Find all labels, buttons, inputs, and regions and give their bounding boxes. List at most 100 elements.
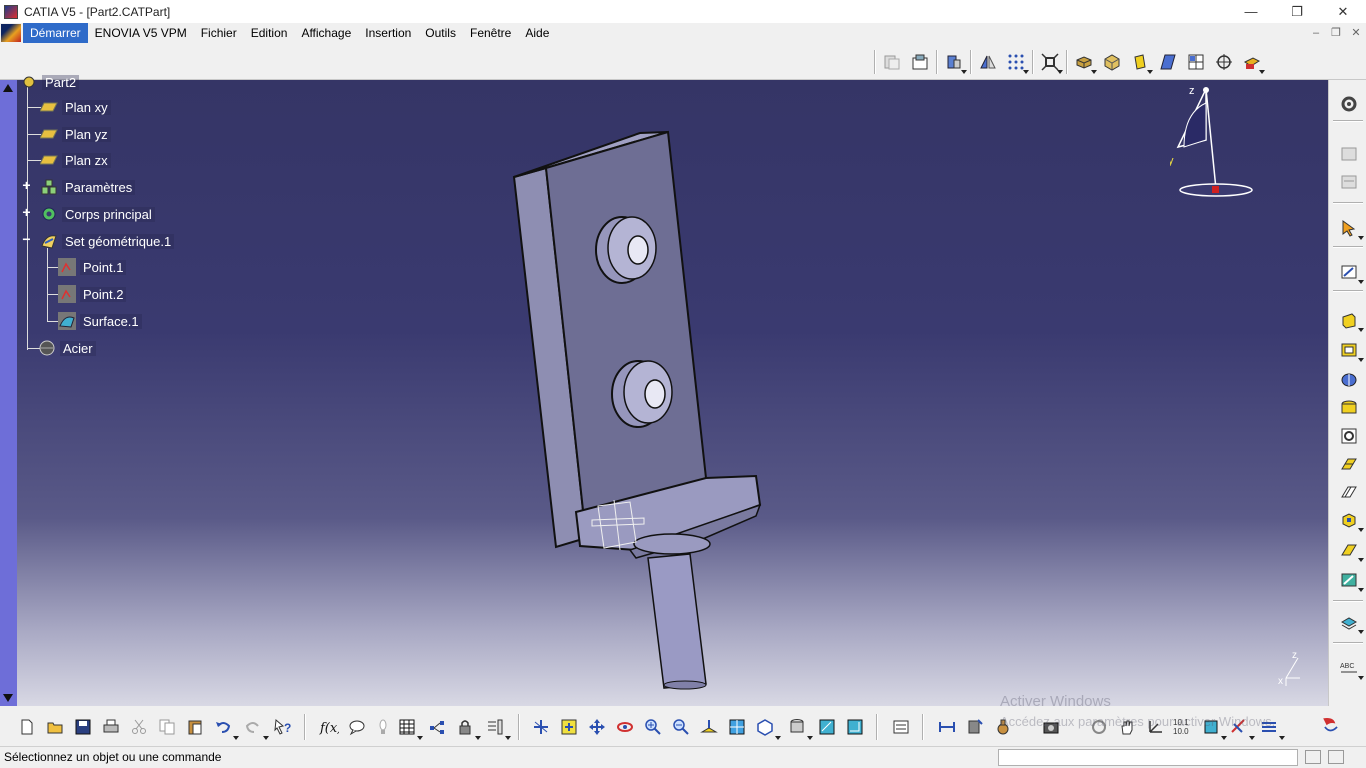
pan-icon[interactable]	[584, 714, 610, 740]
tree-node-plan-zx[interactable]: Plan zx	[40, 150, 111, 170]
print-icon[interactable]	[98, 714, 124, 740]
minimize-window-button[interactable]: —	[1228, 0, 1274, 23]
pad-icon[interactable]	[1070, 49, 1098, 75]
catia-menu-icon[interactable]	[1, 24, 21, 42]
knowledge-icon[interactable]	[1336, 170, 1362, 194]
compass-widget[interactable]: z x y	[1162, 85, 1260, 205]
mdi-restore-button[interactable]: ❐	[1326, 23, 1346, 43]
menu-fichier[interactable]: Fichier	[194, 23, 244, 43]
iso-view-icon[interactable]	[752, 714, 781, 740]
properties-icon[interactable]	[888, 714, 914, 740]
comment-icon[interactable]	[344, 714, 370, 740]
collapse-set-geometrique-icon[interactable]: −	[21, 232, 32, 246]
restore-window-button[interactable]: ❐	[1274, 0, 1320, 23]
settings-gear-icon[interactable]	[1336, 92, 1362, 116]
zoom-out-icon[interactable]	[668, 714, 694, 740]
menu-affichage[interactable]: Affichage	[294, 23, 358, 43]
open-folder-icon[interactable]	[42, 714, 68, 740]
rotate-icon[interactable]	[612, 714, 638, 740]
part-design-icon[interactable]	[1238, 49, 1266, 75]
redo-icon[interactable]	[240, 714, 269, 740]
yellow-solid-icon[interactable]	[1126, 49, 1154, 75]
mdi-close-button[interactable]: ✕	[1346, 23, 1366, 43]
select-arrow-icon[interactable]	[1336, 216, 1364, 240]
fit-all-in-icon[interactable]	[556, 714, 582, 740]
status-toggle-button-2[interactable]	[1328, 750, 1344, 764]
rib-icon[interactable]	[1336, 452, 1362, 476]
pad-feature-icon[interactable]	[1336, 308, 1364, 332]
light-icon[interactable]	[370, 714, 396, 740]
tree-node-plan-xy[interactable]: Plan xy	[40, 97, 111, 117]
draft-icon[interactable]	[1336, 568, 1364, 592]
fit-all-icon[interactable]	[1036, 49, 1064, 75]
normal-view-icon[interactable]	[696, 714, 722, 740]
menu-fenetre[interactable]: Fenêtre	[463, 23, 518, 43]
menu-outils[interactable]: Outils	[418, 23, 463, 43]
table-icon[interactable]	[394, 714, 423, 740]
measure-item-icon[interactable]	[962, 714, 988, 740]
hole-icon[interactable]	[1336, 396, 1362, 420]
tree-node-point-1[interactable]: Point.1	[58, 257, 127, 277]
catalog-icon[interactable]	[1336, 142, 1362, 166]
lock-icon[interactable]	[452, 714, 481, 740]
zoom-in-icon[interactable]	[640, 714, 666, 740]
annotation-icon[interactable]: ABC	[1336, 656, 1364, 680]
paste-icon[interactable]	[182, 714, 208, 740]
whats-this-icon[interactable]: ?	[270, 714, 296, 740]
menu-demarrer[interactable]: Démarrer	[23, 23, 88, 43]
groove-icon[interactable]	[1336, 424, 1362, 448]
view-mode-icon[interactable]	[940, 49, 968, 75]
tree-node-parametres[interactable]: Paramètres	[40, 177, 136, 197]
hide-show-toggle-icon[interactable]	[814, 714, 840, 740]
close-window-button[interactable]: ✕	[1320, 0, 1366, 23]
tree-node-corps-principal[interactable]: Corps principal	[40, 204, 155, 224]
mirror-icon[interactable]	[974, 49, 1002, 75]
compass-target-icon[interactable]	[1210, 49, 1238, 75]
measure-list-icon[interactable]	[482, 714, 511, 740]
expand-corps-principal-icon[interactable]: +	[21, 205, 32, 219]
chamfer-icon[interactable]	[1336, 538, 1364, 562]
command-input[interactable]	[998, 749, 1298, 766]
copy-icon[interactable]	[154, 714, 180, 740]
expand-parametres-icon[interactable]: +	[21, 178, 32, 192]
sketch-icon[interactable]	[1336, 260, 1364, 284]
multi-view-layout-icon[interactable]	[724, 714, 750, 740]
fly-mode-icon[interactable]	[528, 714, 554, 740]
new-document-icon[interactable]	[14, 714, 40, 740]
slot-icon[interactable]	[1336, 480, 1362, 504]
parallelogram-icon[interactable]	[1154, 49, 1182, 75]
fillet-icon[interactable]	[1336, 508, 1364, 532]
tree-scroll-strip[interactable]	[0, 80, 17, 706]
scroll-down-icon[interactable]	[3, 694, 13, 702]
undo-icon[interactable]	[210, 714, 239, 740]
menu-aide[interactable]: Aide	[518, 23, 556, 43]
menu-insertion[interactable]: Insertion	[358, 23, 418, 43]
cut-icon[interactable]	[126, 714, 152, 740]
multi-view-icon[interactable]	[1182, 49, 1210, 75]
swap-space-icon[interactable]	[842, 714, 868, 740]
tree-node-acier[interactable]: Acier	[38, 338, 96, 358]
tree-node-set-geometrique[interactable]: Set géométrique.1	[40, 231, 175, 251]
grid-icon[interactable]	[1002, 49, 1030, 75]
status-bar: Sélectionnez un objet ou une commande	[0, 746, 1366, 768]
tree-root-part[interactable]: Part2	[20, 72, 80, 92]
tree-node-plan-yz[interactable]: Plan yz	[40, 124, 111, 144]
mdi-minimize-button[interactable]: –	[1306, 23, 1326, 43]
shaft-revolve-icon[interactable]	[1336, 368, 1362, 392]
pocket-icon[interactable]	[1336, 338, 1364, 362]
tree-node-surface-1[interactable]: Surface.1	[58, 311, 142, 331]
graph-tree-icon[interactable]	[424, 714, 450, 740]
scroll-up-icon[interactable]	[3, 84, 13, 92]
apply-material-icon[interactable]	[1336, 610, 1364, 634]
save-icon[interactable]	[70, 714, 96, 740]
swap-visible-space-icon[interactable]	[906, 49, 934, 75]
menu-enovia[interactable]: ENOVIA V5 VPM	[88, 23, 194, 43]
hide-show-icon[interactable]	[878, 49, 906, 75]
formula-icon[interactable]: f(x)	[316, 714, 342, 740]
status-toggle-button-1[interactable]	[1305, 750, 1321, 764]
shading-mode-icon[interactable]	[784, 714, 813, 740]
menu-edition[interactable]: Edition	[244, 23, 295, 43]
shaded-icon[interactable]	[1098, 49, 1126, 75]
measure-between-icon[interactable]	[934, 714, 960, 740]
tree-node-point-2[interactable]: Point.2	[58, 284, 127, 304]
